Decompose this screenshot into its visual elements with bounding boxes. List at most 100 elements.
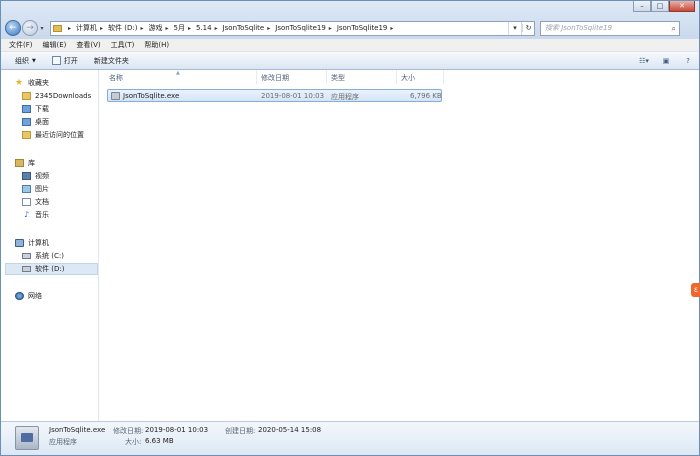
sidebar-libraries[interactable]: 库	[15, 157, 111, 169]
file-row[interactable]: JsonToSqlite.exe 2019-08-01 10:03 应用程序 6…	[107, 89, 442, 102]
view-controls: ☷ ▾ ▣ ?	[625, 55, 691, 67]
breadcrumb-jsontosqlite[interactable]: JsonToSqlite ▸	[223, 24, 276, 32]
details-modified-label: 修改日期:	[113, 427, 144, 435]
application-large-icon	[15, 426, 39, 450]
column-header-modified[interactable]: 修改日期	[261, 73, 289, 83]
close-button[interactable]: ✕	[669, 1, 695, 12]
open-button[interactable]: 打开	[51, 56, 78, 66]
details-created-label: 创建日期:	[225, 427, 256, 435]
floating-widget-tab[interactable]: ε	[691, 283, 700, 297]
breadcrumb-may[interactable]: 5月 ▸	[174, 23, 196, 33]
sidebar-network[interactable]: 网络	[15, 290, 111, 302]
navigation-bar: ← → ▾ ▸ 计算机 ▸ 软件 (D:) ▸ 游戏 ▸ 5月 ▸ 5.14 ▸ Json…	[5, 18, 697, 38]
address-history-dropdown[interactable]: ▾	[508, 21, 521, 35]
column-divider[interactable]	[443, 70, 444, 84]
maximize-icon: □	[656, 2, 664, 10]
search-input[interactable]: 搜索 JsonToSqlite19 ⌕	[540, 20, 680, 36]
details-size-value: 6.63 MB	[145, 437, 174, 445]
chevron-right-icon: ▸	[187, 24, 191, 32]
forward-button[interactable]: →	[22, 20, 38, 36]
column-divider[interactable]	[256, 70, 257, 84]
chevron-down-icon: ▼	[32, 57, 36, 64]
preview-pane-button[interactable]: ▣	[655, 55, 670, 67]
star-icon: ★	[15, 78, 24, 88]
forward-arrow-icon: →	[26, 23, 34, 33]
breadcrumb-games[interactable]: 游戏 ▸	[148, 23, 173, 33]
document-icon	[22, 198, 31, 206]
details-pane: JsonToSqlite.exe 应用程序 修改日期: 2019-08-01 1…	[1, 421, 699, 455]
new-folder-button[interactable]: 新建文件夹	[94, 56, 129, 66]
sidebar-computer[interactable]: 计算机	[15, 237, 111, 249]
open-icon	[51, 56, 61, 65]
desktop-icon	[22, 118, 31, 126]
chevron-right-icon: ▸	[100, 24, 104, 32]
menu-view[interactable]: 查看(V)	[76, 40, 100, 50]
chevron-right-icon: ▸	[328, 24, 332, 32]
command-bar: 组织 ▼ 打开 新建文件夹 ☷ ▾ ▣ ?	[1, 52, 699, 70]
change-view-button[interactable]: ☷ ▾	[633, 55, 649, 67]
column-divider[interactable]	[326, 70, 327, 84]
application-icon	[111, 92, 120, 100]
chevron-right-icon: ▸	[390, 24, 394, 32]
column-header-type[interactable]: 类型	[331, 73, 345, 83]
details-type: 应用程序	[49, 438, 77, 446]
column-header-size[interactable]: 大小	[401, 73, 415, 83]
address-bar[interactable]: ▸ 计算机 ▸ 软件 (D:) ▸ 游戏 ▸ 5月 ▸ 5.14 ▸ JsonToSqli…	[50, 20, 535, 36]
address-controls: ▾ ↻	[508, 21, 534, 35]
drive-icon	[22, 253, 31, 259]
recent-pages-dropdown[interactable]: ▾	[38, 25, 46, 32]
organize-button[interactable]: 组织 ▼	[15, 56, 36, 66]
maximize-button[interactable]: □	[651, 1, 669, 12]
chevron-right-icon: ▸	[140, 24, 144, 32]
menu-help[interactable]: 帮助(H)	[144, 40, 169, 50]
title-bar: – □ ✕ ← → ▾ ▸ 计算机 ▸ 软件 (D:) ▸ 游戏 ▸ 5月 ▸ 5.14…	[1, 1, 699, 39]
refresh-button[interactable]: ↻	[521, 21, 534, 35]
minimize-button[interactable]: –	[633, 1, 651, 12]
details-size-label: 大小:	[125, 438, 142, 446]
help-icon: ?	[686, 57, 690, 65]
breadcrumb-jsontosqlite19-current[interactable]: JsonToSqlite19 ▸	[337, 24, 399, 32]
music-icon: ♪	[23, 210, 30, 219]
window-controls: – □ ✕	[633, 1, 695, 12]
computer-icon	[15, 239, 24, 247]
chevron-right-icon: ▸	[267, 24, 271, 32]
video-icon	[22, 172, 31, 180]
download-folder-icon	[22, 105, 31, 113]
explorer-window: – □ ✕ ← → ▾ ▸ 计算机 ▸ 软件 (D:) ▸ 游戏 ▸ 5月 ▸ 5.14…	[0, 0, 700, 456]
file-modified: 2019-08-01 10:03	[261, 92, 325, 100]
chevron-right-icon: ▸	[165, 24, 169, 32]
back-arrow-icon: ←	[9, 23, 17, 33]
folder-icon	[53, 24, 62, 32]
column-divider[interactable]	[396, 70, 397, 84]
menu-bar: 文件(F) 编辑(E) 查看(V) 工具(T) 帮助(H)	[1, 39, 699, 52]
folder-icon	[22, 92, 31, 100]
network-icon	[15, 292, 24, 300]
sort-ascending-icon: ▲	[176, 70, 180, 76]
menu-edit[interactable]: 编辑(E)	[43, 40, 67, 50]
search-icon: ⌕	[671, 23, 676, 33]
breadcrumb-5-14[interactable]: 5.14 ▸	[196, 24, 223, 32]
breadcrumb-computer[interactable]: 计算机 ▸	[76, 23, 108, 33]
sidebar-item-drive-d[interactable]: 软件 (D:)	[5, 263, 98, 275]
file-type: 应用程序	[331, 93, 359, 101]
menu-tools[interactable]: 工具(T)	[111, 40, 135, 50]
library-icon	[15, 159, 24, 167]
file-name: JsonToSqlite.exe	[123, 92, 180, 100]
details-created-value: 2020-05-14 15:08	[258, 426, 322, 434]
file-size: 6,796 KB	[410, 92, 442, 100]
minimize-icon: –	[640, 2, 644, 10]
sidebar-favorites[interactable]: ★ 收藏夹	[15, 77, 111, 89]
help-button[interactable]: ?	[677, 55, 691, 67]
preview-pane-icon: ▣	[662, 57, 670, 65]
column-header-name[interactable]: 名称	[109, 73, 123, 83]
widget-icon: ε	[693, 285, 699, 294]
back-button[interactable]: ←	[5, 20, 21, 36]
chevron-right-icon: ▸	[214, 24, 218, 32]
close-icon: ✕	[679, 2, 685, 10]
menu-file[interactable]: 文件(F)	[9, 40, 33, 50]
breadcrumb-jsontosqlite19-parent[interactable]: JsonToSqlite19 ▸	[275, 24, 337, 32]
view-options-icon: ☷	[639, 57, 646, 65]
column-headers: ▲ 名称 修改日期 类型 大小	[100, 70, 699, 84]
chevron-down-icon: ▾	[40, 24, 44, 32]
breadcrumb-drive-d[interactable]: 软件 (D:) ▸	[108, 23, 148, 33]
